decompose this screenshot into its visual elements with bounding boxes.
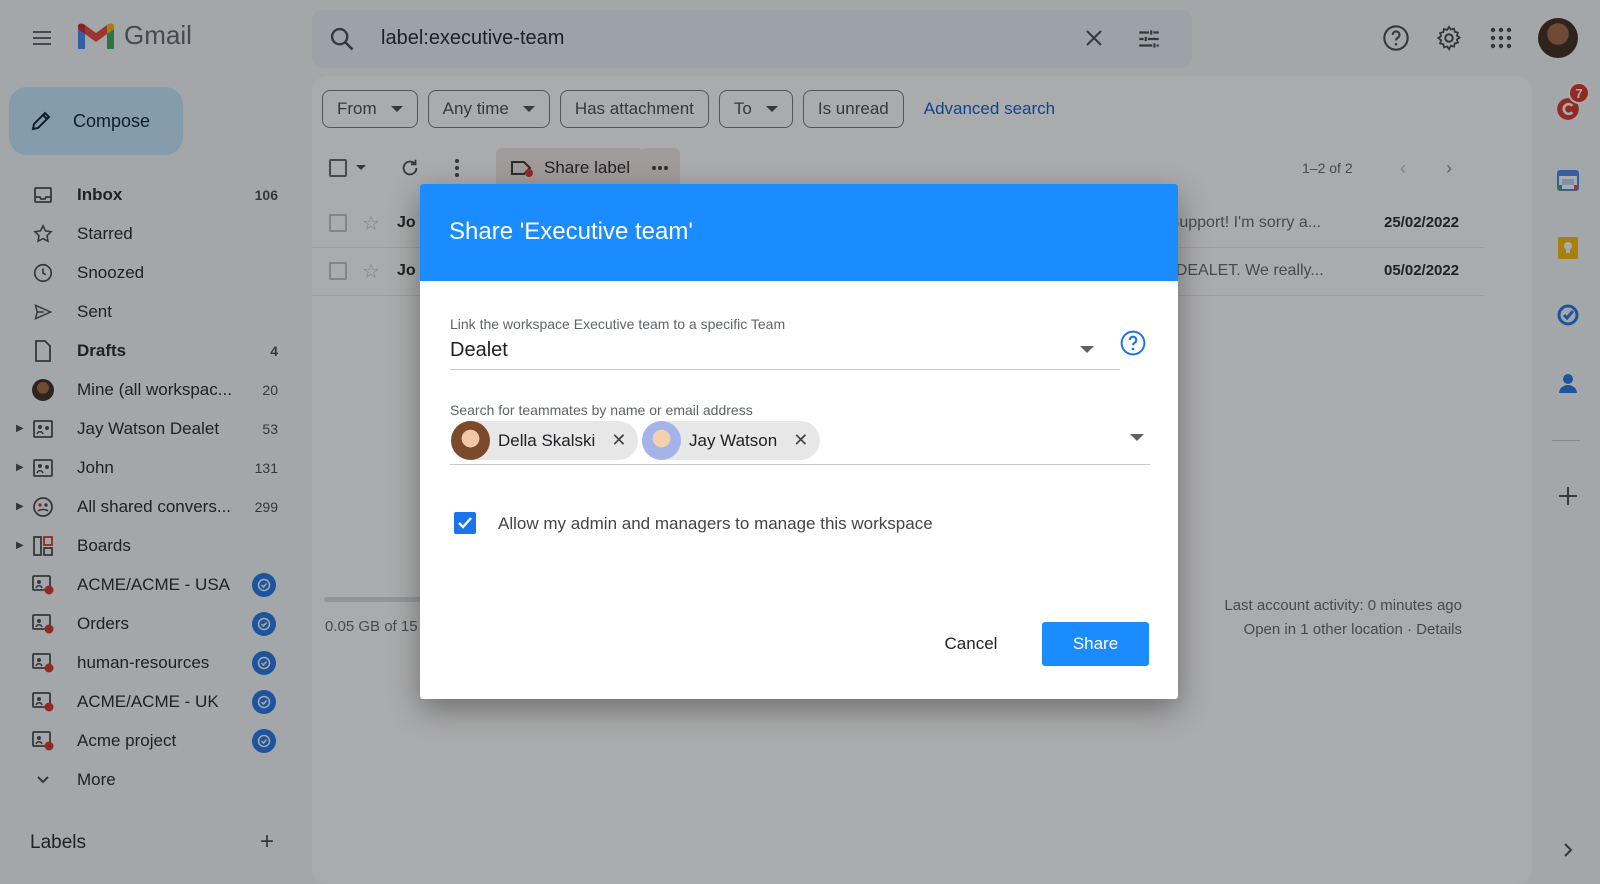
remove-teammate-icon[interactable]: ✕: [611, 430, 626, 451]
team-select[interactable]: Dealet: [450, 339, 508, 362]
help-icon[interactable]: [1120, 330, 1146, 356]
checkmark-icon: [458, 517, 472, 529]
dialog-title: Share 'Executive team': [449, 218, 693, 245]
teammates-field-underline: [450, 464, 1150, 465]
cancel-button[interactable]: Cancel: [926, 622, 1016, 666]
allow-managers-label[interactable]: Allow my admin and managers to manage th…: [498, 514, 933, 534]
teammate-avatar: [642, 421, 681, 460]
teammate-name: Della Skalski: [498, 430, 596, 450]
teammate-chip: Jay Watson ✕: [642, 421, 821, 460]
team-dropdown-icon[interactable]: [1080, 346, 1094, 353]
team-field-label: Link the workspace Executive team to a s…: [450, 316, 786, 332]
allow-managers-checkbox[interactable]: [454, 512, 476, 534]
teammate-avatar: [451, 421, 490, 460]
team-field-underline: [450, 369, 1120, 370]
teammate-chip: Della Skalski ✕: [451, 421, 639, 460]
share-button[interactable]: Share: [1042, 622, 1149, 666]
share-label-dialog: Share 'Executive team' Link the workspac…: [420, 184, 1178, 699]
dialog-header: Share 'Executive team': [420, 184, 1178, 281]
teammates-field-label: Search for teammates by name or email ad…: [450, 402, 753, 418]
teammate-name: Jay Watson: [689, 430, 778, 450]
remove-teammate-icon[interactable]: ✕: [793, 430, 808, 451]
teammates-dropdown-icon[interactable]: [1130, 434, 1144, 441]
